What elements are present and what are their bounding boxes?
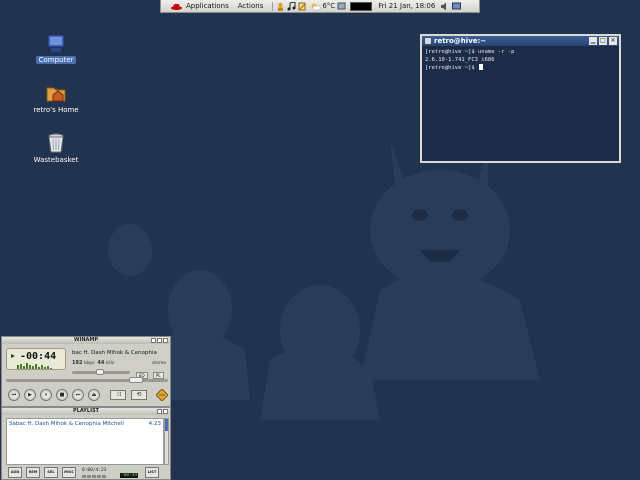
shade-button[interactable] [157, 409, 162, 414]
desktop-icon-home[interactable]: retro's Home [26, 82, 86, 114]
desktop-icon-wastebasket[interactable]: Wastebasket [26, 132, 86, 164]
mini-play-button[interactable] [87, 475, 91, 478]
repeat-button[interactable]: ⟲ [131, 390, 147, 400]
maximize-button[interactable]: □ [599, 37, 607, 45]
music-icon[interactable] [287, 1, 296, 11]
weather-temp: 6°C [322, 2, 336, 10]
panel-separator [272, 1, 274, 11]
add-button[interactable]: ADD [8, 467, 22, 478]
winamp-logo-icon[interactable] [156, 389, 168, 401]
volume-slider[interactable] [72, 369, 130, 375]
minimize-button[interactable]: ▁ [589, 37, 597, 45]
bitrate-unit: kbps [83, 361, 95, 366]
samplerate-unit: kHz [105, 361, 115, 366]
pause-button[interactable]: ⏸ [40, 389, 52, 401]
text-cursor [478, 64, 483, 70]
terminal-title: retro@hive:~ [434, 37, 487, 45]
playlist-scrollbar[interactable] [164, 418, 169, 465]
terminal-line: [retro@hive ~]$ uname -r -p [425, 49, 515, 55]
volume-knob[interactable] [96, 369, 104, 375]
redhat-icon [171, 3, 182, 10]
playlist-total-time: 0:00/4:23 [82, 468, 107, 473]
volume-icon[interactable] [440, 2, 449, 11]
list-button[interactable]: LIST [145, 467, 159, 478]
terminal-titlebar[interactable]: retro@hive:~ ▁ □ ✕ [422, 36, 619, 46]
play-indicator-icon [11, 354, 15, 358]
terminal-output[interactable]: [retro@hive ~]$ uname -r -p 2.6.10-1.741… [422, 46, 619, 74]
applications-menu[interactable]: Applications [186, 2, 229, 10]
user-icon[interactable] [276, 2, 285, 11]
stop-button[interactable]: ■ [56, 389, 68, 401]
shuffle-button[interactable]: ⤨ [110, 390, 126, 400]
close-button[interactable] [163, 409, 168, 414]
close-button[interactable] [163, 338, 168, 343]
winamp-window[interactable]: WINAMP -00:44 bac ft. Dash Mihok & Cenop… [1, 336, 171, 407]
desktop-icon-label: retro's Home [33, 106, 79, 114]
actions-menu[interactable]: Actions [238, 2, 264, 10]
close-button[interactable]: ✕ [609, 37, 617, 45]
play-button[interactable]: ▶ [24, 389, 36, 401]
winamp-display: -00:44 [6, 348, 66, 370]
winamp-titlebar[interactable]: WINAMP [2, 337, 170, 344]
playlist-item-title: Sabac ft. Dash Mihok & Cenophia Mitchell [9, 421, 124, 427]
next-button[interactable]: ⏭ [72, 389, 84, 401]
samplerate-value: 44 [97, 360, 105, 366]
playlist-item-length: 4:23 [148, 421, 161, 427]
seek-knob[interactable] [129, 377, 143, 383]
window-controls: ▁ □ ✕ [589, 37, 617, 45]
playlist-remaining-time: -00:44 [120, 473, 139, 478]
terminal-line: 2.6.10-1.741_FC3 i686 [425, 57, 495, 63]
network-icon[interactable] [337, 2, 346, 11]
desktop-icon-computer[interactable]: Computer [26, 32, 86, 64]
winamp-window-controls [151, 338, 168, 343]
channel-mode: stereo [152, 361, 167, 366]
top-panel: Applications Actions 6°C Fri 21 Jan, 18:… [160, 0, 480, 13]
playlist-titlebar[interactable]: PLAYLIST [2, 408, 170, 415]
select-button[interactable]: SEL [44, 467, 58, 478]
remove-button[interactable]: REM [26, 467, 40, 478]
mini-next-button[interactable] [102, 475, 106, 478]
bitrate-value: 192 [72, 360, 83, 366]
playlist-window-controls [157, 409, 168, 414]
terminal-prompt-line: [retro@hive ~]$ [425, 64, 616, 72]
terminal-window[interactable]: retro@hive:~ ▁ □ ✕ [retro@hive ~]$ uname… [420, 34, 621, 163]
previous-button[interactable]: ⏮ [8, 389, 20, 401]
desktop-icon-label: Computer [35, 56, 77, 64]
window-menu-icon[interactable] [425, 38, 431, 44]
playlist-window[interactable]: PLAYLIST Sabac ft. Dash Mihok & Cenophia… [1, 407, 171, 480]
playlist-title: PLAYLIST [73, 408, 99, 414]
edit-icon[interactable] [298, 2, 307, 11]
cpu-monitor[interactable] [350, 1, 373, 11]
minimize-button[interactable] [151, 338, 156, 343]
desktop-icon-label: Wastebasket [33, 156, 79, 164]
winamp-title: WINAMP [73, 337, 99, 343]
song-title: bac ft. Dash Mihok & Cenophia [72, 350, 157, 356]
network-status-icon[interactable] [452, 2, 462, 11]
track-time[interactable]: -00:44 [20, 351, 56, 362]
misc-button[interactable]: MISC [62, 467, 76, 478]
shade-button[interactable] [157, 338, 162, 343]
visualizer[interactable] [17, 363, 53, 369]
seek-bar[interactable] [6, 377, 168, 383]
mini-prev-button[interactable] [82, 475, 86, 478]
mini-pause-button[interactable] [92, 475, 96, 478]
playlist-toggle[interactable]: PL [153, 372, 164, 379]
weather-icon [311, 3, 322, 10]
clock[interactable]: Fri 21 Jan, 18:06 [378, 2, 435, 10]
eject-button[interactable]: ⏏ [88, 389, 100, 401]
mini-stop-button[interactable] [97, 475, 101, 478]
computer-icon [47, 34, 65, 52]
bitrate-info: 192 kbps 44 kHz [72, 360, 114, 366]
terminal-prompt: [retro@hive ~]$ [425, 65, 478, 71]
trash-icon [48, 133, 64, 153]
playlist-list[interactable]: Sabac ft. Dash Mihok & Cenophia Mitchell… [6, 418, 164, 465]
mini-transport [82, 475, 106, 478]
playlist-item[interactable]: Sabac ft. Dash Mihok & Cenophia Mitchell… [7, 419, 163, 429]
scrollbar-thumb[interactable] [165, 419, 168, 431]
home-folder-icon [46, 87, 66, 102]
